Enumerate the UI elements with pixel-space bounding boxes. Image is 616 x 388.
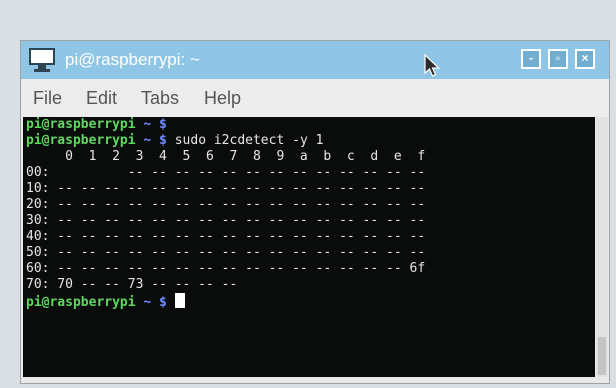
- terminal-icon: [29, 48, 55, 72]
- prompt-user: pi@raspberrypi: [26, 117, 136, 132]
- minimize-button[interactable]: -: [521, 49, 541, 69]
- i2c-header-row: 0 1 2 3 4 5 6 7 8 9 a b c d e f: [26, 149, 426, 164]
- prompt-line: pi@raspberrypi ~ $: [26, 117, 167, 132]
- menu-bar: File Edit Tabs Help: [21, 79, 609, 117]
- menu-tabs[interactable]: Tabs: [141, 88, 179, 109]
- prompt-line: pi@raspberrypi ~ $ sudo i2cdetect -y 1: [26, 133, 323, 148]
- menu-edit[interactable]: Edit: [86, 88, 117, 109]
- maximize-button[interactable]: ▫: [548, 49, 568, 69]
- menu-help[interactable]: Help: [204, 88, 241, 109]
- text-cursor: [174, 293, 185, 308]
- window-title: pi@raspberrypi: ~: [65, 50, 200, 69]
- menu-file[interactable]: File: [33, 88, 62, 109]
- terminal-window: pi@raspberrypi: ~ - ▫ × File Edit Tabs H…: [20, 40, 610, 384]
- scrollbar-thumb[interactable]: [598, 337, 606, 375]
- close-button[interactable]: ×: [575, 49, 595, 69]
- i2c-row: 70: 70 -- -- 73 -- -- -- --: [26, 277, 238, 292]
- prompt-user: pi@raspberrypi: [26, 295, 136, 310]
- i2c-row: 40: -- -- -- -- -- -- -- -- -- -- -- -- …: [26, 229, 426, 244]
- prompt-line: pi@raspberrypi ~ $: [26, 293, 185, 310]
- i2c-row: 20: -- -- -- -- -- -- -- -- -- -- -- -- …: [26, 197, 426, 212]
- terminal-output[interactable]: pi@raspberrypi ~ $ pi@raspberrypi ~ $ su…: [23, 117, 595, 377]
- command-text: [167, 295, 175, 310]
- title-bar[interactable]: pi@raspberrypi: ~ - ▫ ×: [21, 41, 609, 79]
- i2c-row: 00: -- -- -- -- -- -- -- -- -- -- -- -- …: [26, 165, 426, 180]
- prompt-path: ~ $: [135, 295, 167, 310]
- command-text: sudo i2cdetect -y 1: [166, 133, 324, 148]
- prompt-path: ~ $: [135, 133, 167, 148]
- terminal-scrollbar[interactable]: [596, 117, 608, 377]
- prompt-path: ~ $: [135, 117, 167, 132]
- prompt-user: pi@raspberrypi: [26, 133, 136, 148]
- mouse-pointer-icon: [424, 54, 440, 77]
- i2c-row: 30: -- -- -- -- -- -- -- -- -- -- -- -- …: [26, 213, 426, 228]
- i2c-row: 60: -- -- -- -- -- -- -- -- -- -- -- -- …: [26, 261, 426, 276]
- i2c-row: 50: -- -- -- -- -- -- -- -- -- -- -- -- …: [26, 245, 426, 260]
- i2c-row: 10: -- -- -- -- -- -- -- -- -- -- -- -- …: [26, 181, 426, 196]
